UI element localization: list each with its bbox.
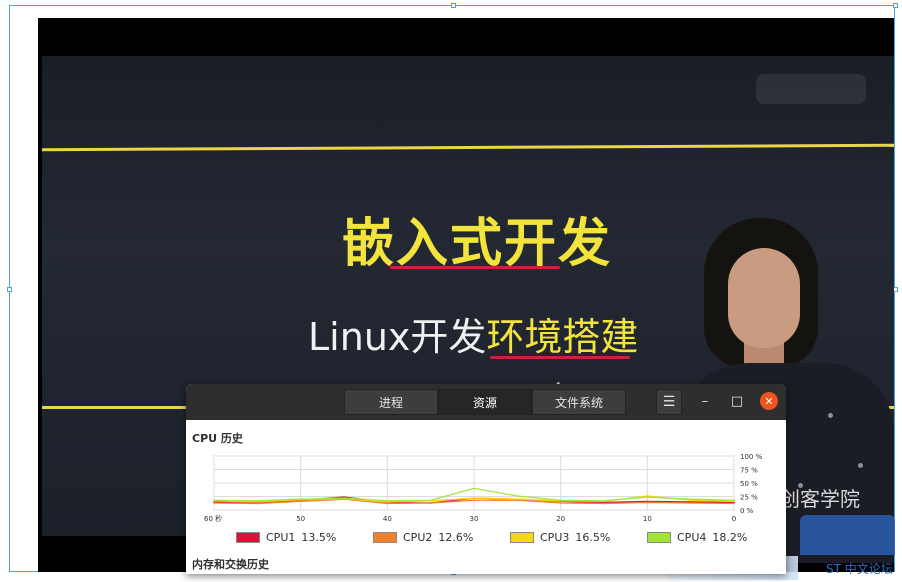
- blurred-logo: [756, 74, 866, 104]
- color-swatch-cpu4[interactable]: [647, 532, 671, 543]
- y-tick-label: 0 %: [740, 507, 754, 515]
- window-titlebar[interactable]: 进程 资源 文件系统 ☰ – □ ✕: [186, 384, 786, 420]
- data-point-cpu4: [559, 499, 562, 502]
- data-point-cpu3: [473, 497, 475, 499]
- subtitle-part-yellow: 环境搭建: [486, 315, 639, 359]
- data-point-cpu3: [516, 498, 519, 500]
- data-point-cpu4: [733, 499, 735, 502]
- dress-pattern: [828, 413, 833, 418]
- subtitle-underline: [490, 356, 630, 359]
- x-tick-label: 60 秒: [204, 514, 222, 523]
- legend-value-cpu1: 13.5%: [301, 531, 337, 544]
- legend-item-cpu4[interactable]: CPU4 18.2%: [647, 531, 747, 544]
- y-tick-label: 50 %: [740, 480, 758, 488]
- board-subtitle: Linux开发环境搭建: [308, 306, 638, 361]
- x-tick-label: 30: [470, 515, 479, 523]
- maximize-button[interactable]: □: [728, 392, 746, 410]
- data-point-cpu4: [516, 495, 519, 497]
- legend-item-cpu2[interactable]: CPU2 12.6%: [373, 531, 473, 544]
- data-point-cpu4: [386, 500, 389, 502]
- forum-watermark: ST 中文论坛: [826, 562, 893, 576]
- x-tick-label: 10: [643, 515, 652, 523]
- data-point-cpu2: [256, 502, 259, 505]
- data-point-cpu4: [213, 499, 215, 502]
- legend-name-cpu3: CPU3: [540, 531, 570, 544]
- board-rail-top: [41, 143, 894, 152]
- legend-name-cpu4: CPU4: [677, 531, 707, 544]
- cpu-history-graph: 100 % 75 % 50 % 25 % 0 % 60 秒 50 40 30 20 10 0: [186, 450, 786, 530]
- data-point-cpu2: [386, 502, 389, 505]
- memory-history-title: 内存和交换历史: [192, 558, 269, 571]
- data-point-cpu4: [689, 498, 692, 500]
- data-point-cpu2: [299, 500, 302, 503]
- y-tick-label: 25 %: [740, 494, 758, 502]
- data-point-cpu2: [429, 502, 432, 504]
- tab-group: 进程 资源 文件系统: [344, 389, 626, 415]
- legend-item-cpu1[interactable]: CPU1 13.5%: [236, 531, 336, 544]
- dress-pattern: [858, 463, 863, 468]
- close-button[interactable]: ✕: [760, 392, 778, 410]
- presenter-face: [728, 248, 800, 348]
- color-swatch-cpu2[interactable]: [373, 532, 397, 543]
- y-tick-label: 75 %: [740, 467, 758, 475]
- legend-value-cpu2: 12.6%: [438, 531, 474, 544]
- cpu-legend: CPU1 13.5% CPU2 12.6% CPU3 16.5% CPU4 18…: [186, 531, 786, 549]
- hamburger-menu-icon[interactable]: ☰: [656, 389, 682, 415]
- x-tick-label: 50: [296, 515, 305, 523]
- legend-name-cpu1: CPU1: [266, 531, 296, 544]
- data-point-cpu2: [559, 502, 562, 504]
- x-tick-label: 20: [556, 515, 565, 523]
- data-point-cpu4: [646, 496, 649, 498]
- data-point-cpu4: [429, 499, 432, 502]
- resize-handle-left[interactable]: [7, 287, 12, 292]
- legend-item-cpu3[interactable]: CPU3 16.5%: [510, 531, 610, 544]
- x-tick-label: 0: [732, 515, 736, 523]
- system-monitor-window[interactable]: 进程 资源 文件系统 ☰ – □ ✕ CPU 历史 100 % 75 % 50 % 2…: [186, 384, 786, 574]
- tab-file-systems[interactable]: 文件系统: [532, 389, 626, 415]
- legend-value-cpu4: 18.2%: [712, 531, 748, 544]
- brand-watermark: 创客学院: [780, 487, 860, 511]
- cpu-chart-svg: 100 % 75 % 50 % 25 % 0 % 60 秒 50 40 30 20 10 0: [204, 453, 763, 523]
- data-point-cpu4: [299, 498, 302, 500]
- data-point-cpu2: [733, 502, 735, 505]
- data-point-cpu4: [473, 487, 475, 490]
- forum-logo: [800, 515, 895, 555]
- cpu-history-title: CPU 历史: [192, 432, 243, 445]
- resize-handle-top-right[interactable]: [893, 3, 898, 8]
- data-point-cpu4: [603, 500, 605, 502]
- title-underline: [390, 266, 560, 269]
- data-point-cpu4: [256, 500, 259, 502]
- subtitle-part-white: Linux开发: [308, 315, 487, 359]
- legend-name-cpu2: CPU2: [403, 531, 433, 544]
- x-tick-label: 40: [383, 515, 392, 523]
- board-title: 嵌入式开发: [342, 214, 613, 274]
- data-point-cpu2: [646, 501, 649, 504]
- color-swatch-cpu1[interactable]: [236, 532, 260, 543]
- data-point-cpu2: [213, 502, 215, 504]
- data-point-cpu2: [689, 502, 692, 504]
- y-tick-label: 100 %: [740, 453, 763, 461]
- data-point-cpu4: [343, 497, 345, 499]
- legend-value-cpu3: 16.5%: [575, 531, 611, 544]
- color-swatch-cpu3[interactable]: [510, 532, 534, 543]
- minimize-button[interactable]: –: [696, 392, 714, 410]
- tab-resources[interactable]: 资源: [438, 389, 532, 415]
- data-point-cpu2: [603, 502, 605, 505]
- tab-processes[interactable]: 进程: [344, 389, 438, 415]
- data-point-cpu2: [473, 499, 475, 502]
- resize-handle-top[interactable]: [451, 3, 456, 8]
